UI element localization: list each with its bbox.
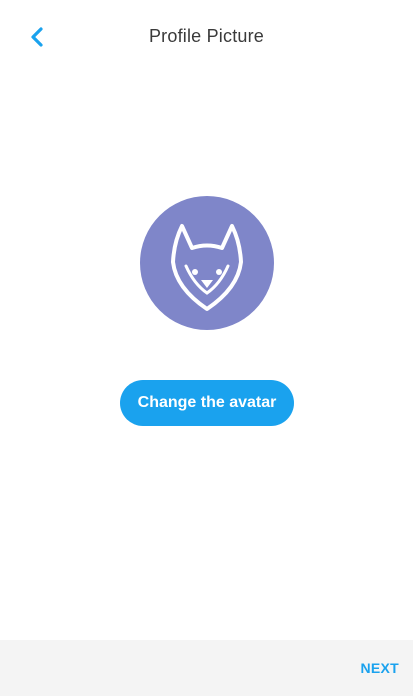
page-title: Profile Picture xyxy=(148,26,265,46)
change-avatar-button[interactable]: Change the avatar xyxy=(120,380,294,426)
header: Profile Picture xyxy=(0,0,413,80)
profile-picture-screen: Profile Picture Change the avatar NEXT xyxy=(0,0,413,696)
next-button[interactable]: NEXT xyxy=(360,640,399,696)
footer-bar: NEXT xyxy=(0,640,413,696)
avatar xyxy=(140,196,274,330)
fox-icon xyxy=(171,224,243,311)
